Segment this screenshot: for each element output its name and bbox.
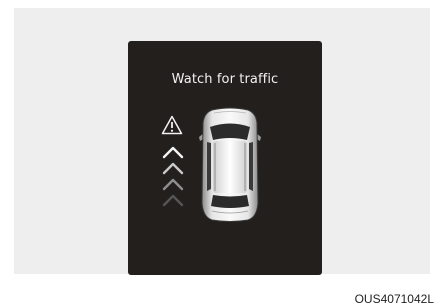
approach-arrow-icon-4 [162, 194, 184, 207]
cluster-display: Watch for traffic [128, 41, 322, 275]
car-top-view-icon [199, 107, 261, 222]
approach-arrow-icon-1 [162, 146, 184, 159]
traffic-warning-message: Watch for traffic [171, 72, 279, 87]
approach-arrow-icon-3 [162, 178, 184, 191]
image-reference-code: OUS4071042L [354, 292, 434, 306]
approach-arrow-icon-2 [162, 162, 184, 175]
warning-triangle-icon [161, 115, 183, 135]
